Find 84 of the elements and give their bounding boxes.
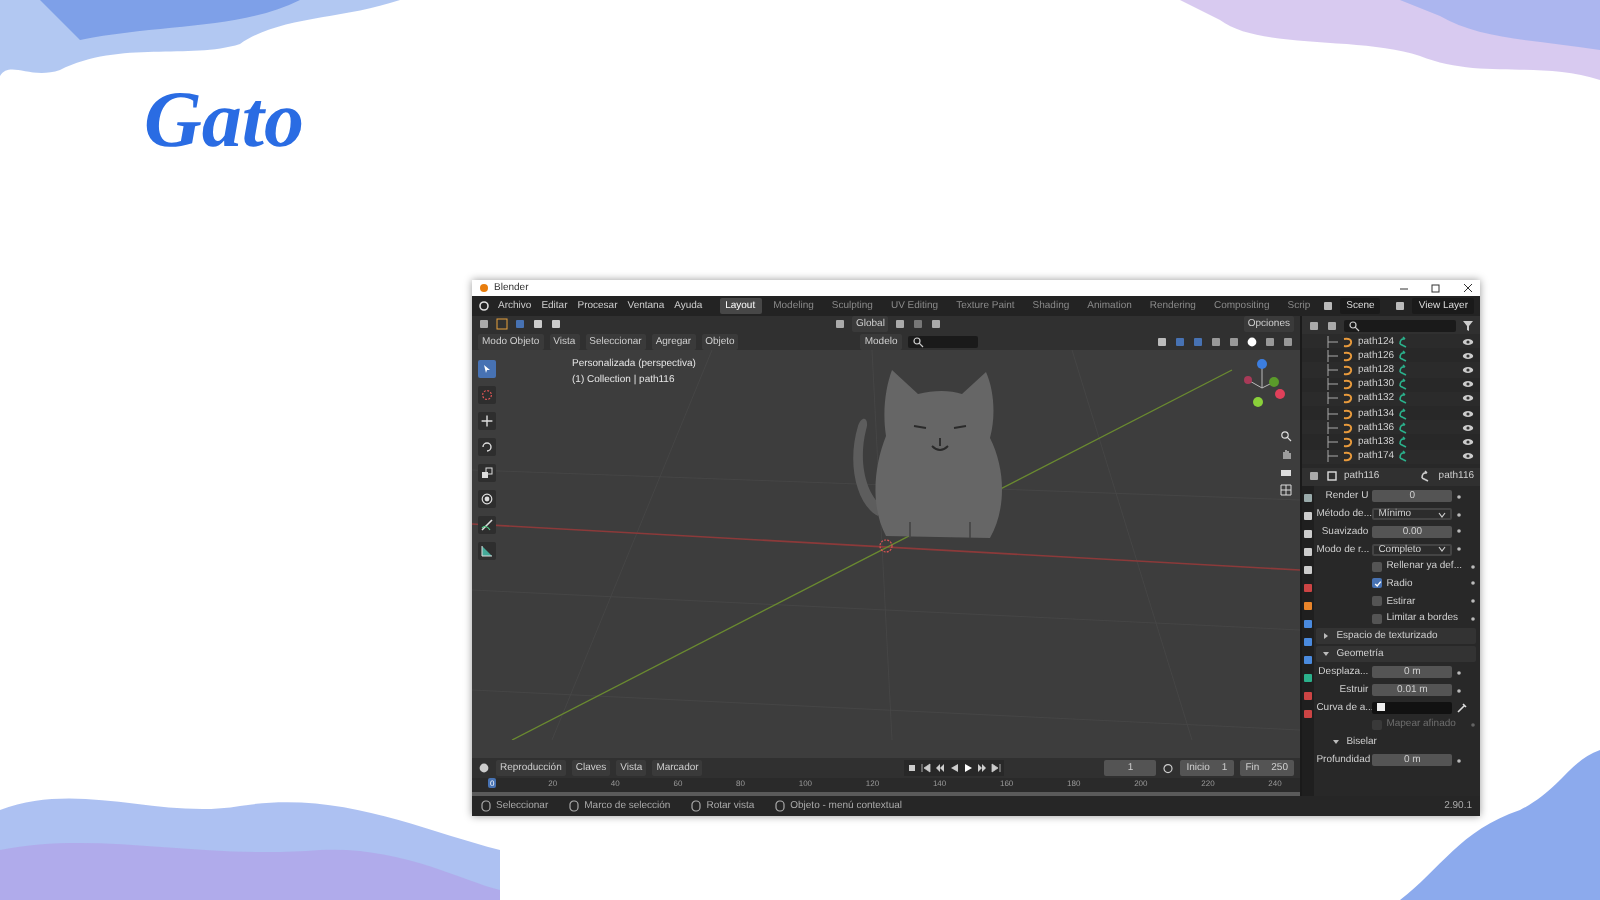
select-tool-icon[interactable] [478,360,496,378]
select-tool-icon[interactable] [496,318,508,330]
keyframe-dot-icon[interactable] [1470,580,1476,587]
view-layer-icon[interactable] [1394,300,1407,312]
move-tool-icon[interactable] [478,412,496,430]
curve-data-icon[interactable] [1398,435,1411,448]
caret-icon [1438,546,1447,552]
stopwatch-icon[interactable] [1162,762,1175,774]
curve-data-icon[interactable] [1398,421,1411,434]
grid-icon[interactable] [1280,484,1292,496]
eye-icon[interactable] [1462,407,1474,420]
editor-type-icon[interactable] [1308,319,1320,331]
keyframe-dot-icon[interactable] [1456,669,1463,676]
object-icon[interactable] [1326,470,1338,483]
proportional-icon[interactable] [930,318,943,330]
pivot-icon[interactable] [894,318,907,330]
keyframe-dot-icon[interactable] [1456,528,1463,535]
orientation-icon[interactable] [834,318,846,330]
eye-icon[interactable] [1462,349,1474,362]
view-object-icon[interactable] [1156,335,1168,347]
keyframe-dot-icon[interactable] [1470,721,1476,728]
snap-icon[interactable] [912,318,925,330]
color-swatch-icon [1376,702,1387,713]
caret-icon [1438,511,1447,518]
cursor-tool-icon[interactable] [478,386,496,404]
play-icon[interactable] [962,762,975,774]
overlay-icon[interactable] [1192,335,1204,347]
curve-data-icon[interactable] [1398,363,1411,376]
mouse-icon[interactable] [480,800,492,812]
close-icon[interactable] [1462,282,1474,294]
curve-data-icon[interactable] [1398,349,1411,362]
mouse-icon[interactable] [568,800,581,812]
keyframe-dot-icon[interactable] [1470,598,1476,605]
eye-icon[interactable] [1462,363,1474,376]
checkmark-icon [1373,579,1382,588]
display-mode-icon[interactable] [1326,319,1338,331]
curve-field[interactable] [1372,701,1453,714]
editor-type-icon[interactable] [1308,470,1320,483]
curve-data-icon[interactable] [1398,392,1411,405]
eye-icon[interactable] [1462,378,1474,391]
eyedropper-icon[interactable] [1456,701,1469,714]
keyframe-dot-icon[interactable] [1456,511,1463,518]
blender-logo-icon[interactable] [478,300,490,312]
keyframe-dot-icon[interactable] [1470,563,1476,570]
editor-type-icon[interactable] [478,318,490,330]
slide-title: Gato [144,72,304,166]
curve-data-icon[interactable] [1398,378,1411,391]
search-icon[interactable] [911,335,924,347]
origin-icon [878,538,894,554]
eye-icon[interactable] [1462,421,1474,434]
keyframe-forward-icon[interactable] [976,762,989,774]
curve-data-icon[interactable] [1420,470,1433,483]
keyframe-back-icon[interactable] [934,762,947,774]
measure-tool-icon[interactable] [478,542,496,560]
expand-arrow-icon [1332,738,1341,747]
search-icon[interactable] [1348,319,1360,331]
mouse-icon[interactable] [774,800,787,812]
minimize-icon[interactable] [1398,282,1410,294]
clock-icon[interactable] [478,762,490,774]
maximize-icon[interactable] [1430,282,1442,294]
hand-icon[interactable] [1280,448,1292,460]
curve-data-icon[interactable] [1398,450,1411,463]
keyframe-dot-icon[interactable] [1456,493,1463,500]
scene-icon[interactable] [1322,300,1335,312]
keyframe-dot-icon[interactable] [1456,757,1463,764]
zoom-icon[interactable] [1280,430,1292,442]
eye-icon[interactable] [1462,435,1474,448]
app-icon[interactable] [478,282,490,294]
scale-tool-icon[interactable] [478,464,496,482]
eye-icon[interactable] [1462,335,1474,348]
gizmo-icon[interactable] [1174,335,1186,347]
annotate-tool-icon[interactable] [478,516,496,534]
curve-data-icon[interactable] [1398,407,1411,420]
transform-tool-icon[interactable] [478,490,496,508]
eye-icon[interactable] [1462,392,1474,405]
mouse-icon[interactable] [690,800,703,812]
keyframe-dot-icon[interactable] [1470,615,1476,622]
xray-icon[interactable] [1210,335,1222,347]
eye-icon[interactable] [1462,450,1474,463]
keyframe-dot-icon[interactable] [1456,687,1463,693]
keyframe-dot-icon[interactable] [1456,546,1463,552]
rotate-tool-icon[interactable] [478,438,496,456]
curve-data-icon[interactable] [1398,335,1411,348]
camera-icon[interactable] [1280,466,1292,478]
